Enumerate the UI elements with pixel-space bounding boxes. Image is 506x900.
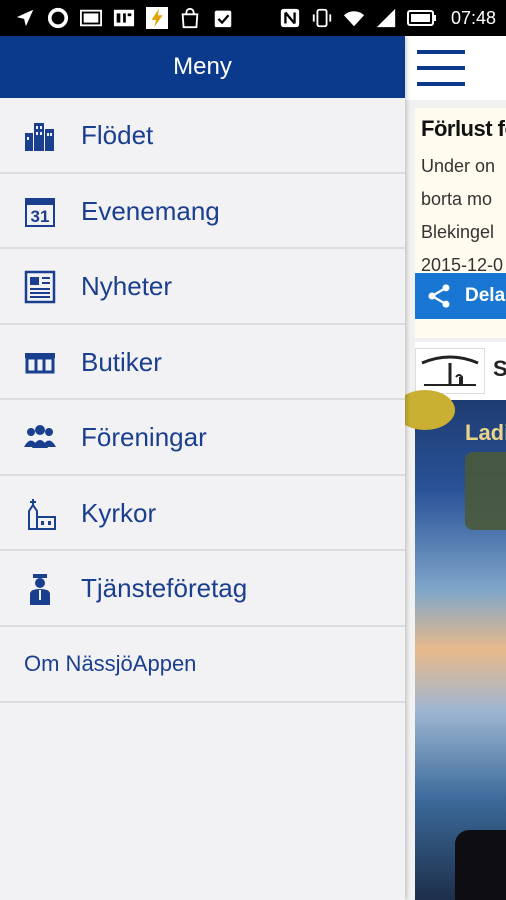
buildings-icon <box>25 123 54 151</box>
feed-card-title: S <box>493 356 506 381</box>
clock: 07:48 <box>450 7 496 28</box>
calendar-day: 31 <box>31 207 50 226</box>
menu-item-kyrkor[interactable]: Kyrkor <box>0 476 405 551</box>
feed-card-title: Förlust fö <box>421 116 506 141</box>
menu-item-label: Butiker <box>81 346 162 377</box>
menu-item-about[interactable]: Om NässjöAppen <box>0 627 405 703</box>
battery-icon <box>406 10 436 26</box>
menu-item-label: Föreningar <box>81 422 207 452</box>
feed-card-line: Blekingel <box>421 222 495 242</box>
church-icon <box>28 498 56 530</box>
menu-item-tjansteforetag[interactable]: Tjänsteföretag <box>0 551 405 627</box>
menu-item-foreningar[interactable]: Föreningar <box>0 400 405 476</box>
image-caption: Ladi <box>465 420 506 445</box>
navigation-drawer: Meny Flödet 31 Evenemang Nyheter Butiker… <box>0 36 405 900</box>
menu-item-label: Flödet <box>81 120 154 150</box>
menu-icon[interactable] <box>417 50 465 86</box>
status-bar: 07:48 <box>0 0 506 36</box>
drawer-title: Meny <box>173 53 232 80</box>
image-icon <box>80 9 102 27</box>
menu-item-butiker[interactable]: Butiker <box>0 325 405 400</box>
nfc-icon <box>280 8 300 28</box>
clipboard-icon <box>214 10 232 28</box>
menu-item-label: Nyheter <box>81 271 173 301</box>
main-content: Förlust fö Under on borta mo Blekingel 2… <box>405 36 506 900</box>
main-toolbar <box>405 36 506 100</box>
about-label: Om NässjöAppen <box>24 650 197 676</box>
signal-icon <box>376 8 396 28</box>
navigation-icon <box>16 9 34 27</box>
circle-icon <box>47 7 69 29</box>
feed-card-line: borta mo <box>421 189 493 209</box>
share-button[interactable]: Dela <box>415 273 506 319</box>
group-icon <box>24 425 56 448</box>
menu-item-nyheter[interactable]: Nyheter <box>0 249 405 325</box>
feed-card-image: Ladi <box>405 390 506 900</box>
wifi-icon <box>343 11 365 27</box>
menu-item-label: Evenemang <box>81 195 220 226</box>
calendar-icon: 31 <box>25 197 55 227</box>
flash-icon <box>146 7 168 29</box>
menu-item-label: Tjänsteföretag <box>81 573 248 603</box>
share-icon <box>428 284 450 308</box>
shop-icon <box>25 352 55 373</box>
newspaper-icon <box>24 270 56 304</box>
tree-logo-icon <box>421 355 479 386</box>
share-label: Dela <box>465 285 506 306</box>
menu-item-evenemang[interactable]: 31 Evenemang <box>0 174 405 249</box>
drawer-header: Meny <box>0 36 405 98</box>
bag-icon <box>181 7 199 29</box>
menu-item-flodet[interactable]: Flödet <box>0 98 405 174</box>
organization-logo <box>415 348 485 394</box>
vibrate-icon <box>312 8 332 28</box>
feed-card[interactable]: S Ladi <box>405 342 506 900</box>
af-icon <box>113 9 135 27</box>
drawer-menu: Flödet 31 Evenemang Nyheter Butiker Före… <box>0 98 405 703</box>
feed-card-line: Under on <box>421 156 496 176</box>
service-person-icon <box>30 574 50 605</box>
menu-item-label: Kyrkor <box>81 497 157 528</box>
